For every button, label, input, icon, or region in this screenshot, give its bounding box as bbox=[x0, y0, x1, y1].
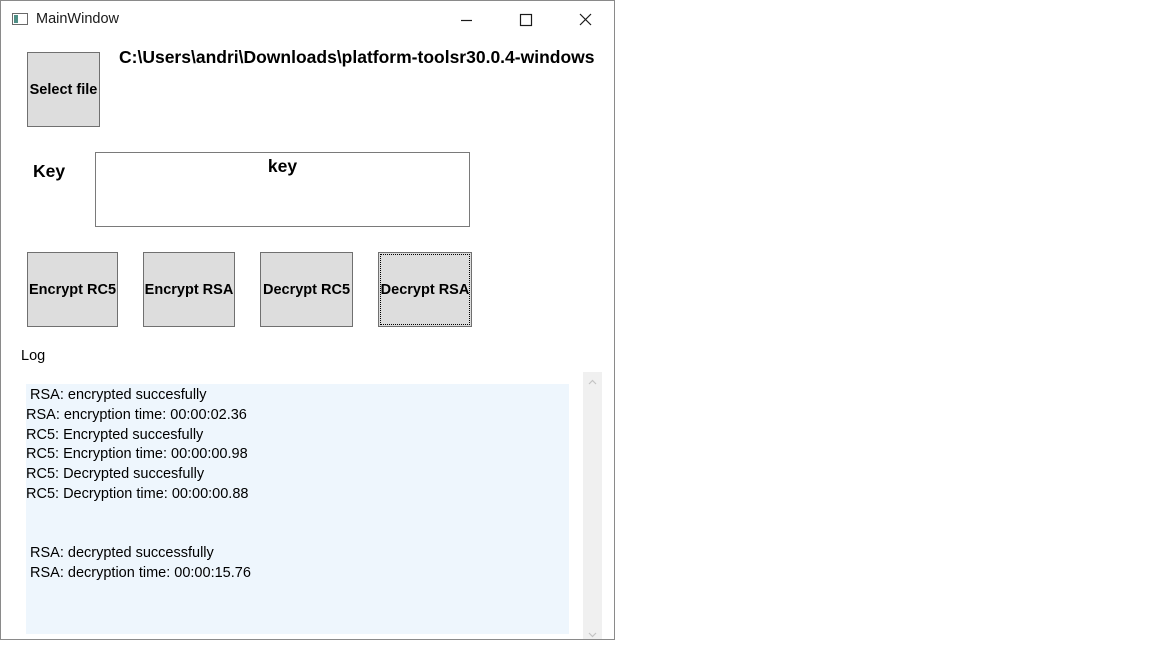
log-line: RC5: Decryption time: 00:00:00.88 bbox=[26, 485, 249, 502]
title-bar[interactable]: MainWindow bbox=[1, 1, 614, 39]
maximize-icon bbox=[519, 13, 533, 27]
log-line: RC5: Encryption time: 00:00:00.98 bbox=[26, 446, 248, 463]
key-input[interactable]: key bbox=[95, 152, 470, 227]
log-line: RSA: encrypted succesfully bbox=[26, 387, 207, 403]
log-textbox[interactable]: RSA: encrypted succesfully RSA: encrypti… bbox=[26, 384, 569, 634]
log-line: RSA: encryption time: 00:00:02.36 bbox=[26, 406, 247, 423]
log-line: RC5: Encrypted succesfully bbox=[26, 426, 204, 443]
scroll-down-button[interactable] bbox=[583, 627, 602, 639]
encrypt-rc5-button[interactable]: Encrypt RC5 bbox=[27, 252, 118, 327]
log-line: RC5: Decrypted succesfully bbox=[26, 466, 205, 483]
decrypt-rc5-button[interactable]: Decrypt RC5 bbox=[260, 252, 353, 327]
minimize-button[interactable] bbox=[438, 1, 496, 39]
key-label: Key bbox=[33, 161, 66, 181]
log-line: RSA: decryption time: 00:00:15.76 bbox=[26, 565, 251, 582]
close-icon bbox=[579, 13, 592, 26]
log-line: RSA: decrypted successfully bbox=[26, 545, 214, 562]
select-file-button[interactable]: Select file bbox=[27, 52, 100, 127]
maximize-button[interactable] bbox=[497, 1, 555, 39]
file-path-label: C:\Users\andri\Downloads\platform-toolsr… bbox=[119, 47, 595, 67]
app-window-icon bbox=[12, 13, 28, 25]
chevron-down-icon bbox=[588, 632, 597, 638]
window-title: MainWindow bbox=[36, 11, 119, 27]
main-window: MainWindow Select file C:\Users\andri\Do… bbox=[0, 0, 615, 640]
chevron-up-icon bbox=[588, 379, 597, 385]
decrypt-rsa-button[interactable]: Decrypt RSA bbox=[378, 252, 472, 327]
log-scrollbar[interactable] bbox=[583, 372, 602, 639]
log-label: Log bbox=[21, 348, 46, 364]
scroll-up-button[interactable] bbox=[583, 374, 602, 390]
close-button[interactable] bbox=[556, 1, 614, 39]
minimize-icon bbox=[461, 19, 472, 22]
encrypt-rsa-button[interactable]: Encrypt RSA bbox=[143, 252, 235, 327]
